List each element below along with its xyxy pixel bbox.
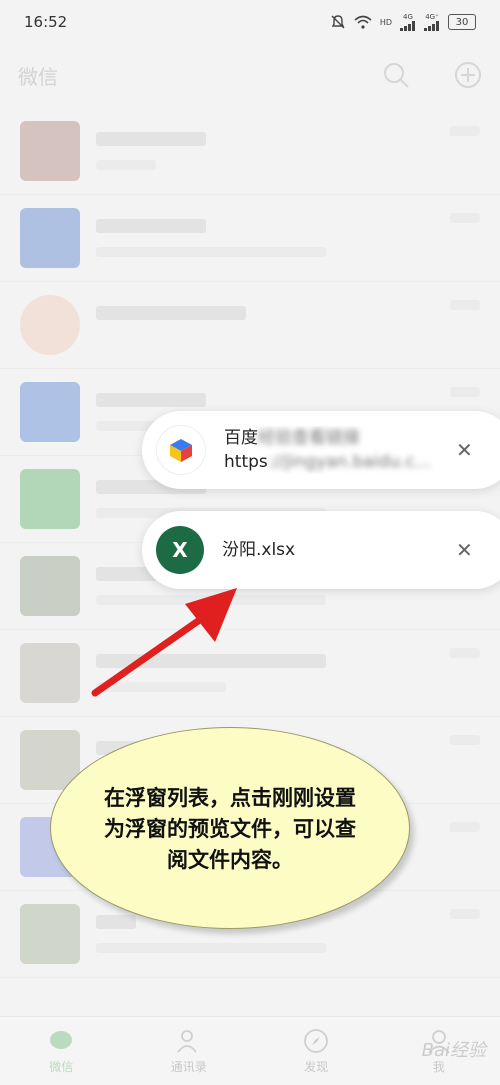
chat-bubble-icon — [50, 1030, 73, 1049]
avatar — [20, 643, 80, 703]
status-bar: 16:52 HD 4G 4G⁺ 30 — [0, 0, 500, 44]
battery-icon: 30 — [448, 14, 476, 30]
excel-file-icon: X — [156, 526, 204, 574]
chat-row[interactable] — [0, 108, 500, 195]
annotation-text: 在浮窗列表，点击刚刚设置为浮窗的预览文件，可以查阅文件内容。 — [104, 784, 356, 872]
chat-row[interactable] — [0, 195, 500, 282]
avatar — [20, 469, 80, 529]
signal-1: 4G — [400, 13, 416, 31]
annotation-callout: 在浮窗列表，点击刚刚设置为浮窗的预览文件，可以查阅文件内容。 — [50, 727, 410, 929]
app-header: 微信 — [0, 50, 500, 100]
compass-icon — [304, 1028, 329, 1053]
wifi-icon — [354, 15, 372, 29]
mute-bell-icon — [331, 15, 345, 29]
tab-contacts[interactable]: 通讯录 — [171, 1028, 207, 1075]
add-icon[interactable] — [454, 61, 482, 89]
float-item-baidu[interactable]: 百度经验查看链接 https://jingyan.baidu.c... ✕ — [142, 411, 500, 489]
chat-row[interactable] — [0, 282, 500, 369]
status-time: 16:52 — [24, 13, 68, 31]
status-icons: HD 4G 4G⁺ 30 — [330, 13, 476, 31]
signal-2: 4G⁺ — [424, 13, 440, 31]
signal-icon — [400, 21, 415, 31]
avatar — [20, 382, 80, 442]
float-item-url: https — [224, 452, 268, 472]
tab-label: 微信 — [49, 1059, 74, 1074]
contacts-icon — [176, 1029, 197, 1053]
avatar — [20, 121, 80, 181]
avatar — [20, 208, 80, 268]
signal-icon — [424, 21, 439, 31]
close-icon[interactable]: ✕ — [456, 538, 473, 562]
tab-label: 发现 — [304, 1059, 329, 1074]
tab-discover[interactable]: 发现 — [303, 1028, 329, 1075]
float-item-title: 百度 — [224, 428, 258, 448]
close-icon[interactable]: ✕ — [456, 438, 473, 462]
network-label-2: 4G⁺ — [425, 13, 439, 21]
hd-label: HD — [379, 17, 392, 27]
red-arrow-icon — [91, 588, 237, 697]
avatar — [20, 556, 80, 616]
avatar — [20, 295, 80, 355]
tab-label: 通讯录 — [170, 1059, 207, 1074]
avatar — [20, 904, 80, 964]
app-title: 微信 — [18, 64, 58, 89]
float-item-xlsx[interactable]: X 汾阳.xlsx ✕ — [142, 511, 500, 589]
watermark: Bai经验 — [421, 1040, 486, 1061]
baidu-app-icon — [156, 425, 206, 475]
network-label-1: 4G — [403, 13, 413, 21]
float-item-url-blurred: ://jingyan.baidu.c... — [267, 452, 432, 472]
tab-chats[interactable]: 微信 — [48, 1028, 74, 1075]
search-icon[interactable] — [382, 61, 410, 89]
float-item-title-blurred: 经验查看链接 — [258, 428, 360, 448]
